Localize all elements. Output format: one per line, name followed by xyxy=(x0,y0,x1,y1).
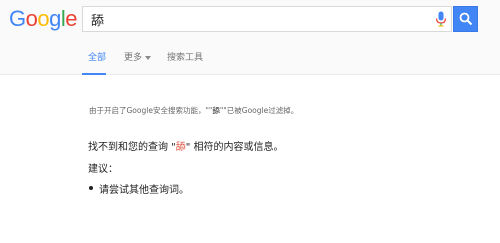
tab-more-label: 更多 xyxy=(124,53,143,63)
notice-prefix: 由于开启了Google安全搜索功能，"" xyxy=(89,106,213,115)
suggestions-list: 请尝试其他查询词。 xyxy=(88,181,189,196)
no-results-prefix: 找不到和您的查询 " xyxy=(88,142,176,153)
no-results-suffix: " 相符的内容或信息。 xyxy=(185,142,284,153)
no-results-message: 找不到和您的查询 "舔" 相符的内容或信息。 xyxy=(88,138,284,153)
logo-letter-g: G xyxy=(9,6,26,31)
header-bar: Google 全部 更多 搜索工具 xyxy=(0,0,500,75)
logo-letter-o1: o xyxy=(25,6,38,31)
tab-all[interactable]: 全部 xyxy=(88,50,106,63)
search-input[interactable] xyxy=(83,7,423,31)
tab-search-tools[interactable]: 搜索工具 xyxy=(167,50,203,63)
safesearch-notice: 由于开启了Google安全搜索功能，""舔""已被Google过滤掉。 xyxy=(89,105,298,116)
suggestion-item: 请尝试其他查询词。 xyxy=(88,181,189,196)
no-results-query: 舔 xyxy=(175,142,186,153)
search-button[interactable] xyxy=(453,6,478,32)
google-logo[interactable]: Google xyxy=(9,6,78,32)
logo-letter-e: e xyxy=(65,6,78,31)
logo-letter-g2: g xyxy=(49,6,61,31)
microphone-icon[interactable] xyxy=(435,11,447,27)
suggestions-label: 建议： xyxy=(88,164,118,175)
search-box xyxy=(82,6,452,32)
notice-suffix: ""已被Google过滤掉。 xyxy=(219,106,299,115)
notice-filtered-term: 舔 xyxy=(212,106,220,115)
magnifier-icon xyxy=(459,12,473,26)
active-tab-indicator xyxy=(82,73,106,75)
search-tabs: 全部 更多 搜索工具 xyxy=(0,45,500,75)
tab-more[interactable]: 更多 xyxy=(124,50,152,63)
logo-letter-o2: o xyxy=(37,6,50,31)
chevron-down-icon xyxy=(145,55,152,60)
